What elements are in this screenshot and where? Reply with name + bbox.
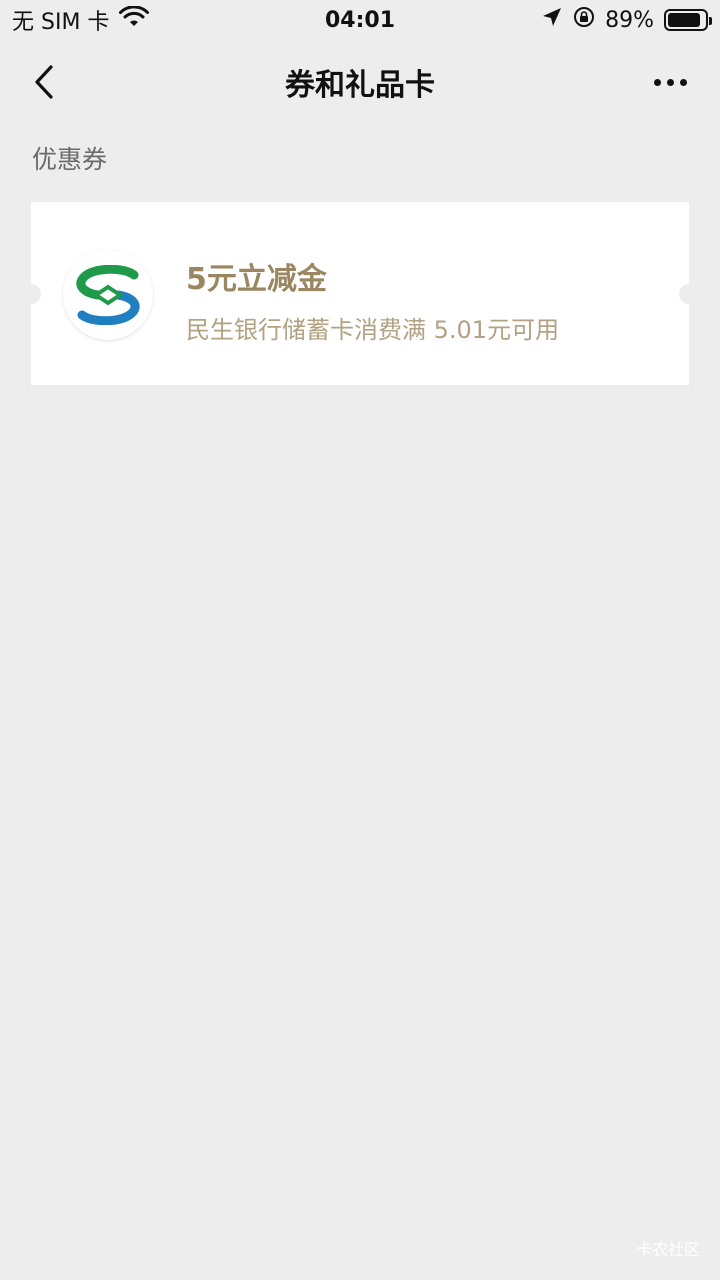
- nav-bar: 券和礼品卡: [0, 48, 720, 116]
- chevron-left-icon: [35, 65, 53, 99]
- page-title: 券和礼品卡: [285, 68, 435, 103]
- status-bar: 无 SIM 卡 04:01 89%: [0, 0, 720, 40]
- coupon-notch-right: [679, 284, 699, 304]
- carrier-label: 无 SIM 卡: [12, 10, 110, 35]
- coupons-screen: 无 SIM 卡 04:01 89% 券和礼品卡 优惠券 5元立减金 民生银行储蓄…: [0, 0, 720, 1280]
- more-dots-icon: [666, 78, 674, 86]
- coupon-description: 民生银行储蓄卡消费满 5.01元可用: [186, 316, 560, 344]
- more-dots-icon: [653, 78, 661, 86]
- coupon-text: 5元立减金 民生银行储蓄卡消费满 5.01元可用: [186, 254, 559, 345]
- status-right: 89%: [541, 6, 712, 34]
- wifi-icon: [119, 5, 150, 34]
- coupon-card[interactable]: 5元立减金 民生银行储蓄卡消费满 5.01元可用: [21, 202, 699, 385]
- location-arrow-icon: [541, 6, 563, 34]
- watermark: 卡农社区: [635, 1240, 700, 1259]
- coupon-title: 5元立减金: [186, 262, 327, 297]
- coupon-notch-left: [21, 284, 41, 304]
- back-button[interactable]: [22, 60, 66, 104]
- battery-fill: [668, 13, 701, 27]
- more-dots-icon: [679, 78, 687, 86]
- battery-icon: [664, 9, 712, 31]
- battery-percent: 89%: [605, 7, 654, 33]
- section-label-coupons: 优惠券: [32, 145, 108, 174]
- rotation-lock-icon: [573, 6, 595, 34]
- status-left: 无 SIM 卡: [12, 4, 150, 36]
- bank-logo: [63, 250, 153, 340]
- more-button[interactable]: [642, 60, 698, 104]
